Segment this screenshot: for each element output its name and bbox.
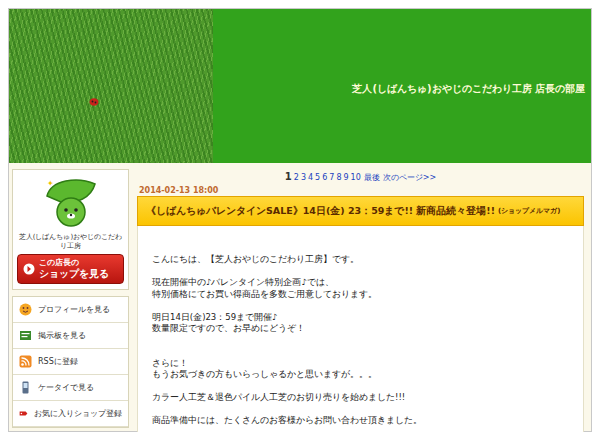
page-link[interactable]: 7 [329, 173, 334, 182]
shop-box: ✦ 芝人(しばんちゅ)おやじのこだわり工房この店長のショップを見る [12, 169, 129, 290]
post-line: もうお気づきの方もいらっしゃるかと思いますが。。。 [152, 369, 569, 381]
post-tag: (ショップメルマガ) [498, 206, 560, 216]
sidebar-item[interactable]: ケータイで見る [13, 375, 128, 401]
post-date: 2014-02-13 18:00 [137, 186, 584, 196]
page-link[interactable]: 10 [351, 173, 361, 182]
shop-button[interactable]: この店長のショップを見る [17, 254, 124, 284]
post-line [152, 404, 569, 416]
sidebar-item[interactable]: お気に入りショップ登録 [13, 401, 128, 427]
post-line: 数量限定ですので、お早めにどうぞ！ [152, 323, 569, 335]
next-page-link[interactable]: 次のページ>> [383, 173, 436, 182]
page-link[interactable]: 6 [322, 173, 327, 182]
post-line: カラー人工芝＆退色パイル人工芝のお切り売りを始めました!!! [152, 392, 569, 404]
post-line: こんにちは、【芝人おやじのこだわり工房】です。 [152, 254, 569, 266]
favorite-tag-icon [19, 407, 28, 420]
blog-title[interactable]: 芝人(しばんちゅ)おやじのこだわり工房 店長の部屋 [352, 82, 585, 96]
post-line [152, 381, 569, 393]
page-link[interactable]: 4 [308, 173, 313, 182]
page-link[interactable]: 5 [315, 173, 320, 182]
sidebar-item[interactable]: RSSに登録 [13, 349, 128, 375]
header-title-area: 芝人(しばんちゅ)おやじのこだわり工房 店長の部屋 [213, 9, 591, 163]
last-page-link[interactable]: 最後 [364, 173, 380, 182]
page: 芝人(しばんちゅ)おやじのこだわり工房 店長の部屋 ✦ 芝人(しばんちゅ)おやじのこ… [0, 0, 600, 432]
page-link[interactable]: 3 [301, 173, 306, 182]
shop-name[interactable]: 芝人(しばんちゅ)おやじのこだわり工房 [17, 233, 124, 251]
sidebar-item[interactable]: プロフィールを見る [13, 297, 128, 323]
sidebar: ✦ 芝人(しばんちゅ)おやじのこだわり工房この店長のショップを見るプロフィールを見… [12, 169, 129, 431]
mobile-phone-icon [19, 381, 32, 394]
post-title[interactable]: 《しばんちゅバレンタインSALE》14日(金) 23：59まで!! 新商品続々登… [146, 205, 495, 218]
main: 12345678910最後次のページ>>2014-02-13 18:00《しばん… [137, 169, 591, 431]
post-line: 明日14日(金)23：59まで開催♪ [152, 312, 569, 324]
board-icon [19, 329, 32, 342]
page-link[interactable]: 8 [336, 173, 341, 182]
ladybug-icon [89, 97, 99, 106]
post-line [152, 266, 569, 278]
sidebar-item[interactable]: 掲示板を見る [13, 323, 128, 349]
post-title-bar: 《しばんちゅバレンタインSALE》14日(金) 23：59まで!! 新商品続々登… [137, 196, 584, 226]
header-photo [9, 9, 213, 163]
header: 芝人(しばんちゅ)おやじのこだわり工房 店長の部屋 [9, 9, 591, 163]
page-link[interactable]: 9 [343, 173, 348, 182]
post-body: こんにちは、【芝人おやじのこだわり工房】です。現在開催中の♪バレンタイン特別企画… [137, 226, 584, 432]
svg-text:✦: ✦ [47, 179, 54, 188]
arrow-circle-icon [23, 263, 35, 275]
post-line: さらに！ [152, 358, 569, 370]
page-link[interactable]: 2 [294, 173, 299, 182]
page-link[interactable]: 1 [285, 171, 292, 182]
rss-icon [19, 355, 32, 368]
pagination: 12345678910最後次のページ>> [137, 169, 584, 186]
post-line: 商品準備中には、たくさんのお客様からお問い合わせ頂きました。 [152, 415, 569, 427]
post-line: 特別価格にてお買い得商品を多数ご用意しております。 [152, 289, 569, 301]
content: ✦ 芝人(しばんちゅ)おやじのこだわり工房この店長のショップを見るプロフィールを見… [9, 163, 591, 431]
post-line: 現在開催中の♪バレンタイン特別企画♪では、 [152, 277, 569, 289]
blog-frame: 芝人(しばんちゅ)おやじのこだわり工房 店長の部屋 ✦ 芝人(しばんちゅ)おやじのこ… [8, 8, 592, 432]
post-line [152, 300, 569, 312]
sidebar-menu: プロフィールを見る掲示板を見るRSSに登録ケータイで見るお気に入りショップ登録 [12, 296, 129, 428]
smiley-icon [19, 303, 32, 316]
mascot-logo-icon: ✦ [41, 174, 101, 230]
